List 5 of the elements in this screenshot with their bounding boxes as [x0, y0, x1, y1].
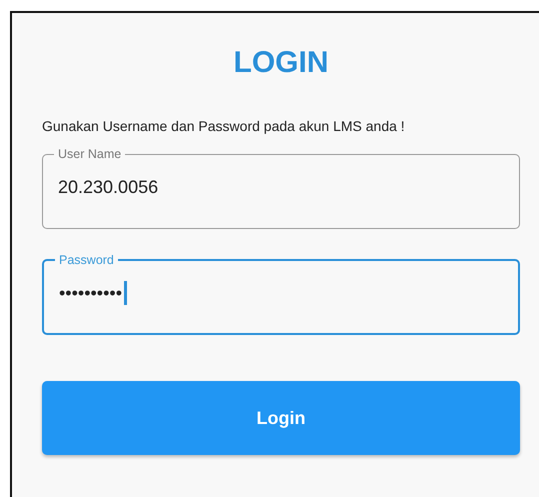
- input-field[interactable]: Password ••••••••••: [42, 253, 520, 335]
- login-title: LOGIN: [232, 45, 330, 81]
- text-cursor: [124, 281, 128, 305]
- instruction-text: Gunakan Username dan Password pada akun LMS anda !: [42, 117, 406, 135]
- input-field[interactable]: User Name 20.230.0056: [42, 147, 520, 229]
